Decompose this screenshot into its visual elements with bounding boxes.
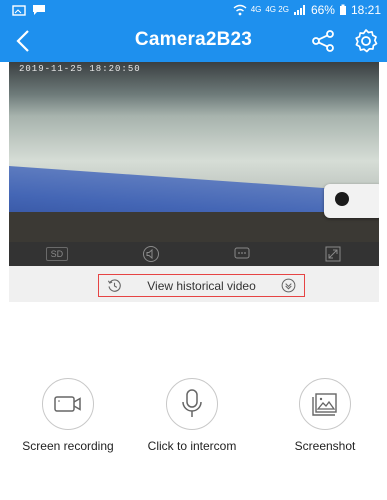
screen-recording-label: Screen recording [22,439,114,453]
history-clock-icon [107,279,121,292]
screenshot-action[interactable]: Screenshot [270,378,380,453]
video-timestamp: 2019-11-25 18:20:50 [19,64,141,74]
network-type-small: 4G 2G [265,5,289,14]
history-bar: View historical video [9,266,379,302]
message-icon [33,5,45,15]
app-bar: Camera2B23 [0,20,387,62]
screen-recording-action[interactable]: Screen recording [13,378,123,453]
gear-icon[interactable] [353,28,379,54]
battery-percent: 66% [310,3,335,17]
view-history-label: View historical video [147,278,256,293]
share-icon[interactable] [311,29,335,53]
clock: 18:21 [350,3,381,17]
intercom-action[interactable]: Click to intercom [137,378,247,453]
signal-icon [293,5,305,15]
video-scene-camera [324,184,379,218]
video-scene-floor [9,212,379,242]
microphone-icon[interactable] [166,378,218,430]
network-type: 4G [250,5,262,14]
chevron-down-circle-icon [281,278,296,293]
intercom-label: Click to intercom [147,439,237,453]
screenshot-label: Screenshot [294,439,356,453]
image-icon[interactable] [299,378,351,430]
gallery-icon [12,4,26,16]
wifi-icon [233,4,247,16]
video-controls-bar: SD [9,242,379,266]
quality-button[interactable]: SD [45,247,69,261]
chat-bubble-icon[interactable] [233,245,251,263]
fullscreen-icon[interactable] [324,245,342,263]
view-history-button[interactable]: View historical video [98,274,305,297]
status-bar: 4G 4G 2G 66% 18:21 [0,0,387,20]
battery-icon [339,4,346,15]
video-scene-camera-lens [335,192,349,206]
live-video-view[interactable]: 2019-11-25 18:20:50 [9,62,379,242]
speaker-icon[interactable] [142,245,160,263]
video-camera-icon[interactable] [42,378,94,430]
